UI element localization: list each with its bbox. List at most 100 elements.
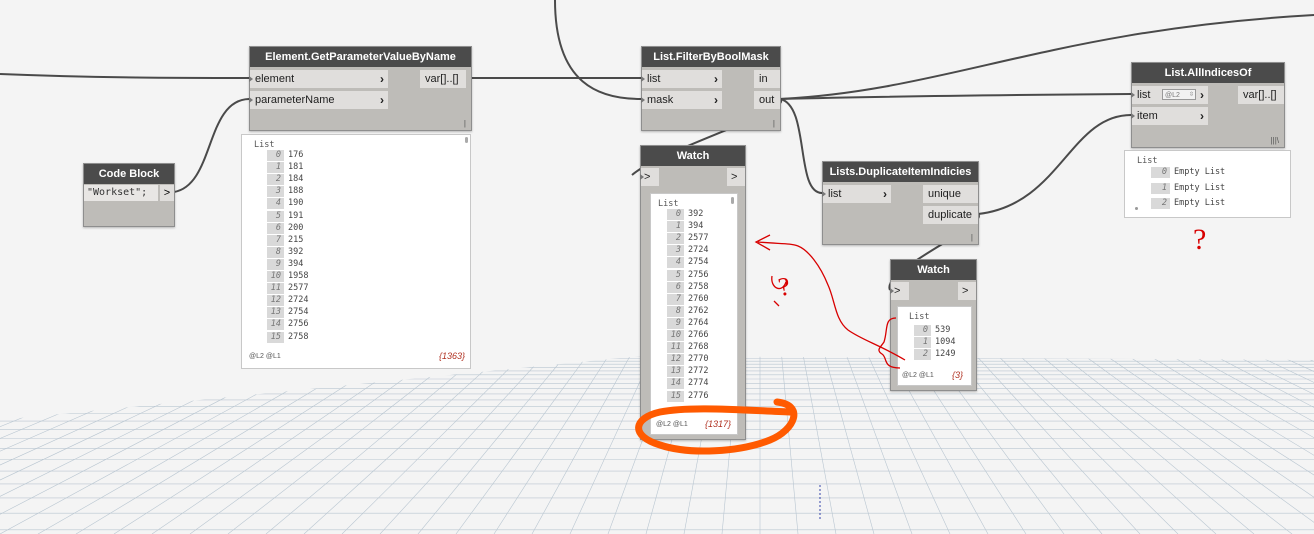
list-value: 176 bbox=[288, 150, 304, 160]
port-label: in bbox=[759, 73, 768, 85]
list-item: 15 2758 bbox=[267, 331, 309, 343]
input-port-item[interactable]: item › bbox=[1131, 107, 1208, 125]
list-value: 191 bbox=[288, 210, 304, 221]
list-index: 12 bbox=[267, 295, 284, 307]
list-item: 0 Empty List bbox=[1151, 167, 1225, 178]
code-editor[interactable]: "Workset"; bbox=[84, 185, 158, 201]
port-label: item bbox=[1137, 110, 1158, 122]
list-index: 14 bbox=[667, 378, 684, 390]
list-level-value: @L2 bbox=[1165, 92, 1180, 99]
list-value: 1249 bbox=[935, 349, 956, 360]
item-count: {3} bbox=[951, 370, 963, 380]
list-item: 5 191 bbox=[267, 210, 304, 222]
output-port-code[interactable]: > bbox=[160, 185, 174, 201]
list-item: 2 Empty List bbox=[1151, 198, 1225, 209]
output-port-out[interactable]: out bbox=[754, 91, 780, 109]
list-index: 1 bbox=[667, 221, 684, 233]
list-index: 5 bbox=[667, 269, 684, 281]
input-port-watch[interactable]: > bbox=[640, 168, 659, 186]
list-index: 7 bbox=[667, 293, 684, 305]
input-port-list[interactable]: list › bbox=[822, 185, 891, 203]
chevron-right-icon: › bbox=[380, 93, 384, 107]
list-value: 2776 bbox=[688, 390, 709, 401]
output-port-unique[interactable]: unique bbox=[923, 185, 978, 203]
lacing-indicator: |||\ bbox=[1270, 136, 1279, 145]
list-index: 1 bbox=[914, 337, 931, 349]
list-value: 539 bbox=[935, 325, 951, 335]
list-index: 0 bbox=[667, 209, 684, 220]
list-index: 4 bbox=[667, 257, 684, 269]
port-label: list bbox=[647, 73, 661, 85]
list-value: 2766 bbox=[688, 330, 709, 340]
list-level-selector[interactable]: @L2 ⇳ bbox=[1162, 89, 1196, 100]
list-value: 2724 bbox=[288, 295, 309, 306]
list-value: 394 bbox=[288, 258, 304, 269]
list-index: 1 bbox=[1151, 182, 1170, 194]
input-port-watch[interactable]: > bbox=[890, 282, 909, 300]
list-value: 188 bbox=[288, 186, 304, 197]
list-index: 0 bbox=[267, 150, 284, 161]
list-value: 2754 bbox=[688, 257, 709, 268]
node-duplicate-item-indicies[interactable]: Lists.DuplicateItemIndicies list › unique… bbox=[822, 161, 979, 245]
input-port-list[interactable]: list @L2 ⇳ › bbox=[1131, 86, 1208, 104]
list-item: 11 2768 bbox=[667, 342, 708, 354]
list-item: 14 2774 bbox=[667, 378, 708, 390]
list-item: 1 181 bbox=[267, 162, 303, 174]
list-value: 2756 bbox=[288, 319, 309, 330]
port-label: > bbox=[731, 171, 738, 183]
scrollbar[interactable] bbox=[731, 197, 734, 204]
list-index: 11 bbox=[667, 342, 684, 354]
list-item: 12 2724 bbox=[267, 295, 309, 307]
annotation-question-mark-2: ? bbox=[1193, 223, 1207, 256]
port-label: > bbox=[163, 187, 171, 199]
list-item: 15 2776 bbox=[667, 390, 709, 402]
spinner-icon: ⇳ bbox=[1188, 92, 1194, 98]
output-port-duplicate[interactable]: duplicate bbox=[923, 206, 978, 224]
list-item: 2 1249 bbox=[914, 349, 956, 361]
node-watch-duplicates[interactable]: Watch > > List 0 539 1 1094 2 1249 @L2 @L1 {3… bbox=[890, 259, 977, 391]
list-value: Empty List bbox=[1174, 198, 1226, 208]
input-port-mask[interactable]: mask › bbox=[641, 91, 722, 109]
node-filter-by-bool-mask[interactable]: List.FilterByBoolMask list › mask › in out… bbox=[641, 46, 781, 131]
list-index: 14 bbox=[267, 319, 284, 331]
port-label: > bbox=[644, 171, 651, 183]
list-index: 10 bbox=[667, 330, 684, 341]
list-item: 0 539 bbox=[914, 325, 950, 336]
list-index: 12 bbox=[667, 354, 684, 366]
output-port-watch[interactable]: > bbox=[727, 168, 745, 186]
output-port-watch[interactable]: > bbox=[958, 282, 976, 300]
node-code-block[interactable]: Code Block "Workset"; > bbox=[83, 163, 175, 227]
port-label: list bbox=[1137, 89, 1151, 101]
output-port-var[interactable]: var[]..[] bbox=[1238, 86, 1284, 104]
list-item: 5 2756 bbox=[667, 269, 708, 281]
scrollbar[interactable] bbox=[465, 137, 468, 143]
list-index: 9 bbox=[667, 317, 684, 329]
list-value: Empty List bbox=[1174, 167, 1226, 177]
output-port-var[interactable]: var[]..[] bbox=[420, 70, 466, 88]
node-title: Lists.DuplicateItemIndicies bbox=[823, 162, 978, 182]
list-item: 2 2577 bbox=[667, 233, 708, 245]
list-item: 6 200 bbox=[267, 222, 303, 234]
list-index: 4 bbox=[267, 198, 284, 210]
list-value: 2758 bbox=[288, 331, 309, 342]
item-count: {1317} bbox=[704, 419, 731, 429]
list-index: 10 bbox=[267, 271, 284, 282]
lacing-indicator: | bbox=[970, 233, 973, 242]
list-item: 0 392 bbox=[667, 209, 703, 220]
list-item: 0 176 bbox=[267, 150, 303, 161]
list-index: 15 bbox=[267, 331, 284, 343]
output-port-in[interactable]: in bbox=[754, 70, 780, 88]
list-value: 2772 bbox=[688, 366, 709, 377]
list-index: 13 bbox=[667, 366, 684, 378]
list-index: 3 bbox=[267, 186, 284, 198]
node-get-parameter-value-by-name[interactable]: Element.GetParameterValueByName element ›… bbox=[249, 46, 472, 131]
preview-bubble-allindices: List 0 Empty List 1 Empty List 2 Empty List bbox=[1124, 150, 1291, 218]
node-title: Watch bbox=[641, 146, 745, 166]
input-port-list[interactable]: list › bbox=[641, 70, 722, 88]
list-item: 9 394 bbox=[267, 258, 304, 270]
list-index: 11 bbox=[267, 283, 284, 295]
node-watch-filter[interactable]: Watch > > List 0 392 1 394 2 2577 3 2724 4 2754 5 2… bbox=[640, 145, 746, 440]
node-all-indices-of[interactable]: List.AllIndicesOf list @L2 ⇳ › item › var[… bbox=[1131, 62, 1285, 148]
input-port-element[interactable]: element › bbox=[249, 70, 388, 88]
input-port-parameter-name[interactable]: parameterName › bbox=[249, 91, 388, 109]
